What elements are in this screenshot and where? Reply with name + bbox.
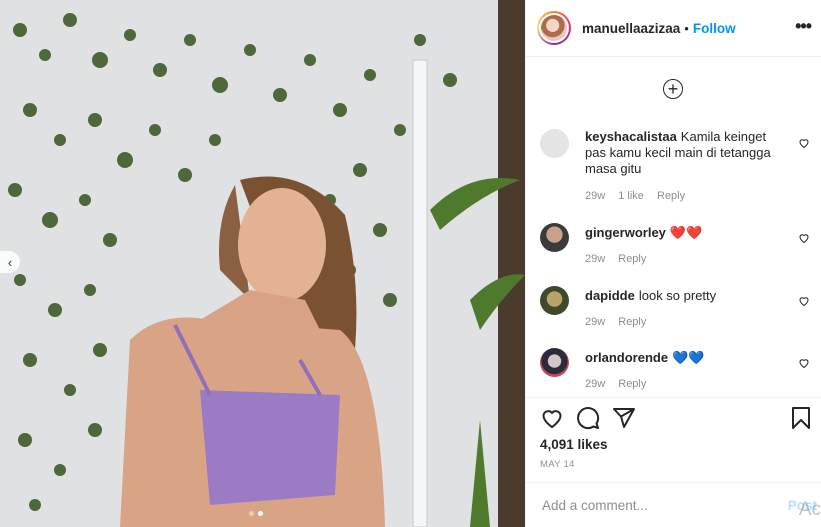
heart-icon[interactable] (798, 232, 810, 244)
carousel-dot (249, 511, 254, 516)
plus-circle-icon[interactable]: + (663, 79, 683, 99)
avatar[interactable] (537, 11, 571, 45)
comment-meta: 29w Reply (585, 253, 656, 265)
comment-reply[interactable]: Reply (657, 190, 685, 202)
comment-text: 💙💙 (672, 350, 705, 365)
comment-reply[interactable]: Reply (618, 253, 646, 265)
comment-time[interactable]: 29w (585, 316, 605, 328)
comment-username[interactable]: gingerworley (585, 225, 666, 240)
post-side-panel: manuellaazizaa • Follow ••• + keyshacali… (525, 0, 821, 527)
heart-icon[interactable] (798, 357, 810, 369)
comment-meta: 29w 1 like Reply (585, 190, 695, 202)
post-date[interactable]: MAY 14 (540, 459, 575, 470)
comment-body: keyshacalistaa Kamila keinget pas kamu ke… (585, 129, 780, 177)
comment-avatar[interactable] (540, 286, 569, 315)
bookmark-icon[interactable] (791, 406, 811, 430)
add-comment-bar: Post Ac (526, 482, 821, 527)
separator-dot: • (684, 20, 689, 36)
photo-illustration (0, 0, 525, 527)
comment-avatar[interactable] (540, 223, 569, 252)
header-username[interactable]: manuellaazizaa (582, 21, 680, 36)
carousel-dot-active (258, 511, 263, 516)
comment-body: dapidde look so pretty (585, 288, 780, 304)
comment-meta: 29w Reply (585, 316, 656, 328)
more-icon[interactable]: ••• (795, 16, 812, 37)
action-bar (526, 397, 821, 432)
comments-list: + keyshacalistaa Kamila keinget pas kamu … (526, 57, 821, 397)
activation-watermark: Ac (798, 499, 821, 520)
comment-username[interactable]: dapidde (585, 288, 635, 303)
heart-icon[interactable] (540, 406, 564, 430)
comment-username[interactable]: orlandorende (585, 350, 668, 365)
comment-time[interactable]: 29w (585, 378, 605, 390)
carousel-indicator (249, 511, 263, 516)
post-photo[interactable]: ‹ (0, 0, 525, 527)
comment-text: ❤️❤️ (669, 225, 703, 240)
comment-meta: 29w Reply (585, 378, 656, 390)
follow-button[interactable]: Follow (693, 21, 736, 36)
comment-avatar[interactable] (540, 129, 569, 158)
comment-body: gingerworley ❤️❤️ (585, 225, 780, 241)
comment-reply[interactable]: Reply (618, 316, 646, 328)
comment-likes[interactable]: 1 like (618, 190, 644, 202)
comment-reply[interactable]: Reply (618, 378, 646, 390)
comment-time[interactable]: 29w (585, 253, 605, 265)
likes-count[interactable]: 4,091 likes (540, 437, 608, 452)
share-icon[interactable] (612, 406, 636, 430)
comment-input[interactable] (540, 497, 774, 514)
comment-avatar[interactable] (540, 348, 569, 377)
comment-username[interactable]: keyshacalistaa (585, 129, 677, 144)
comment-time[interactable]: 29w (585, 190, 605, 202)
heart-icon[interactable] (798, 137, 810, 149)
comment-icon[interactable] (576, 406, 600, 430)
comment-text: look so pretty (638, 288, 717, 303)
post-header: manuellaazizaa • Follow ••• (526, 0, 821, 57)
chevron-left-icon: ‹ (7, 254, 13, 270)
heart-icon[interactable] (798, 295, 810, 307)
comment-body: orlandorende 💙💙 (585, 350, 780, 366)
purple-top (200, 390, 340, 505)
